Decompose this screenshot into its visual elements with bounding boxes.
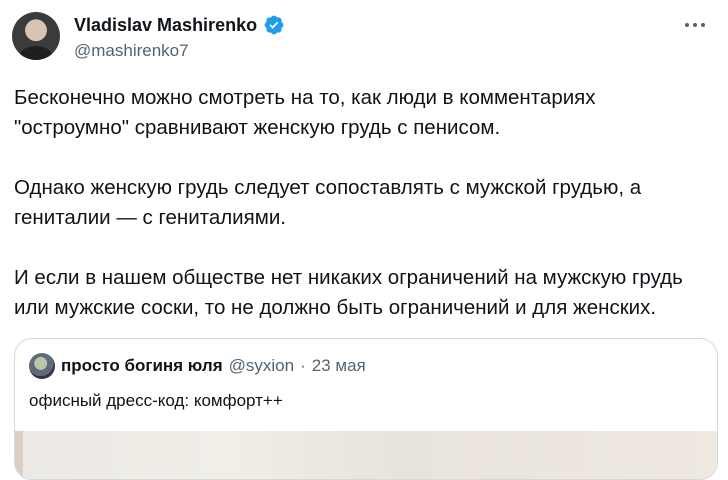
- tweet-paragraph-1: Бесконечно можно смотреть на то, как люд…: [14, 86, 596, 139]
- dot-icon: [685, 23, 689, 27]
- more-options-icon[interactable]: [680, 14, 710, 36]
- quoted-tweet-media[interactable]: [15, 431, 717, 479]
- separator-dot: ·: [300, 356, 306, 375]
- quoted-author-name[interactable]: просто богиня юля: [61, 356, 223, 376]
- author-avatar[interactable]: [12, 12, 60, 60]
- dot-icon: [693, 23, 697, 27]
- quoted-tweet-text: офисный дресс-код: комфорт++: [29, 391, 283, 410]
- quoted-tweet-header: просто богиня юля @syxion · 23 мая: [29, 353, 366, 379]
- dot-icon: [701, 23, 705, 27]
- verified-badge-icon: [264, 15, 284, 35]
- author-name-row: Vladislav Mashirenko: [74, 14, 285, 36]
- tweet-text: Бесконечно можно смотреть на то, как люд…: [14, 83, 714, 323]
- tweet-paragraph-3: И если в нашем обществе нет никаких огра…: [14, 266, 683, 319]
- quoted-author-avatar[interactable]: [29, 353, 55, 379]
- author-handle[interactable]: @mashirenko7: [74, 41, 189, 61]
- quoted-tweet-date[interactable]: 23 мая: [312, 356, 366, 376]
- author-name[interactable]: Vladislav Mashirenko: [74, 15, 257, 36]
- quoted-author-handle[interactable]: @syxion: [229, 356, 294, 376]
- tweet-paragraph-2: Однако женскую грудь следует сопоставлят…: [14, 176, 642, 229]
- quoted-tweet[interactable]: просто богиня юля @syxion · 23 мая офисн…: [14, 338, 718, 480]
